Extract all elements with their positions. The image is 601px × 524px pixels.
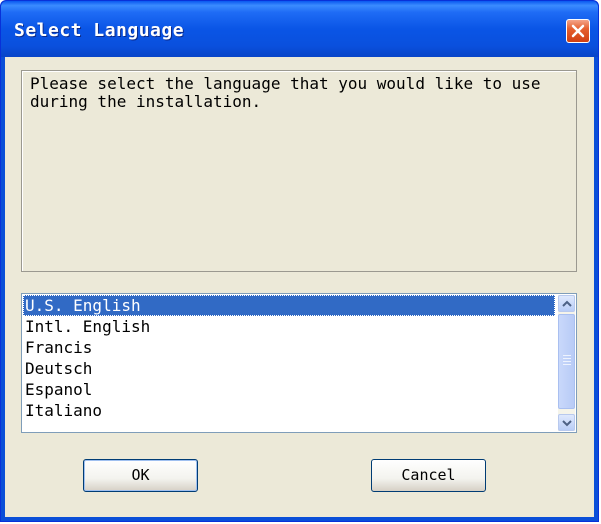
dialog-window: Select Language Please select the langua… xyxy=(0,0,599,522)
language-listbox[interactable]: U.S. English Intl. English Francis Deuts… xyxy=(21,293,577,433)
list-item[interactable]: Deutsch xyxy=(23,358,555,379)
thumb-grip xyxy=(563,355,571,367)
list-item[interactable]: Espanol xyxy=(23,379,555,400)
cancel-button[interactable]: Cancel xyxy=(371,459,486,492)
instruction-text: Please select the language that you woul… xyxy=(30,74,541,111)
close-button[interactable] xyxy=(566,19,590,43)
window-title: Select Language xyxy=(14,20,185,41)
list-item[interactable]: Intl. English xyxy=(23,316,555,337)
message-group: Please select the language that you woul… xyxy=(21,70,577,272)
scroll-down-button[interactable] xyxy=(558,414,575,431)
vertical-scrollbar[interactable] xyxy=(558,295,575,431)
dialog-body: Please select the language that you woul… xyxy=(5,57,594,517)
list-item[interactable]: Francis xyxy=(23,337,555,358)
title-bar[interactable]: Select Language xyxy=(1,1,598,57)
close-icon xyxy=(571,24,585,38)
ok-button[interactable]: OK xyxy=(83,459,198,492)
language-list: U.S. English Intl. English Francis Deuts… xyxy=(23,295,555,421)
chevron-down-icon xyxy=(562,420,572,427)
scroll-thumb[interactable] xyxy=(558,314,575,409)
scroll-up-button[interactable] xyxy=(558,295,575,312)
list-item[interactable]: U.S. English xyxy=(23,295,555,316)
chevron-up-icon xyxy=(562,300,572,307)
list-item[interactable]: Italiano xyxy=(23,400,555,421)
